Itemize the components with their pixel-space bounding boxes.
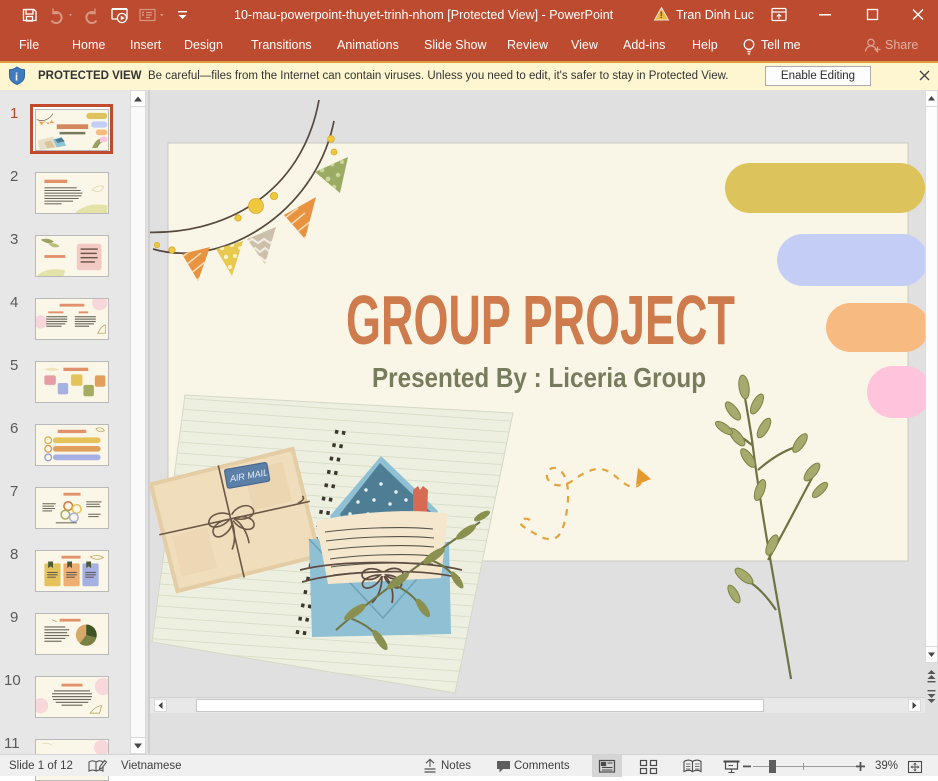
svg-text:i: i bbox=[15, 72, 18, 84]
svg-text:!: ! bbox=[660, 10, 663, 20]
svg-text:10-mau-powerpoint-thuyet-trinh: 10-mau-powerpoint-thuyet-trinh-nhom [Pro… bbox=[234, 8, 614, 22]
svg-text:Tran Dinh Luc: Tran Dinh Luc bbox=[676, 8, 754, 22]
svg-text:GROUP PROJECT: GROUP PROJECT bbox=[346, 281, 735, 359]
svg-text:Presented By : Liceria Group: Presented By : Liceria Group bbox=[372, 362, 706, 393]
